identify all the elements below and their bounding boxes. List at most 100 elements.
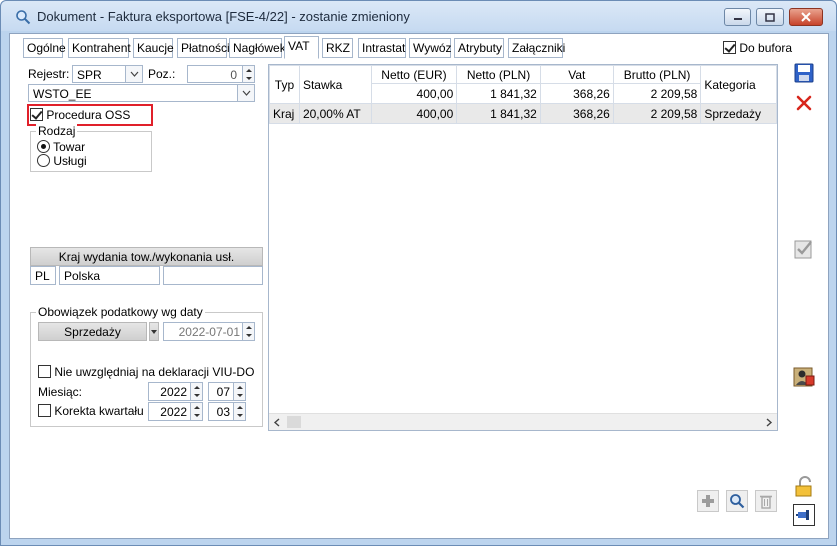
miesiac-year-field[interactable]: 2022 [148, 382, 203, 401]
add-plus-icon [702, 495, 714, 507]
person-button[interactable] [793, 366, 815, 388]
tab-wywoz[interactable]: Wywóz [409, 38, 452, 58]
radio-towar-label: Towar [53, 140, 86, 154]
maximize-icon [765, 12, 775, 22]
tab-rkz[interactable]: RKZ [322, 38, 353, 58]
tab-zalaczniki[interactable]: Załączniki [508, 38, 565, 58]
col-stawka[interactable]: Stawka [298, 65, 372, 104]
rejestr-dropdown-arrow[interactable] [125, 66, 142, 82]
scrollbar-thumb[interactable] [287, 416, 301, 428]
scroll-right-icon[interactable] [765, 418, 773, 427]
spin-up-icon [245, 68, 252, 72]
tab-platnosci[interactable]: Płatności [177, 38, 230, 58]
search-button[interactable] [726, 490, 748, 512]
korekta-year-field[interactable]: 2022 [148, 402, 203, 421]
vat-grid[interactable]: Typ Stawka Netto (EUR) Netto (PLN) Vat B… [268, 64, 778, 431]
miesiac-year-spinner[interactable] [190, 383, 202, 400]
poz-label: Poz.: [148, 67, 176, 81]
miesiac-year-value: 2022 [160, 385, 187, 399]
nie-uwzgledniaj-label: Nie uwzględniaj na deklaracji VIU-DO [54, 365, 255, 379]
tab-vat[interactable]: VAT [284, 36, 319, 59]
radio-uslugi[interactable]: Usługi [37, 154, 87, 168]
radio-towar[interactable]: Towar [37, 140, 85, 154]
nie-uwzgledniaj-check[interactable] [38, 365, 51, 378]
magnifier-icon [730, 494, 745, 509]
kraj-extra-field[interactable] [163, 266, 263, 285]
cell-vat: 368,26 [539, 103, 614, 124]
cell-netto-eur: 400,00 [370, 103, 458, 124]
cell-stawka: 20,00% AT [298, 103, 372, 124]
tab-intrastat[interactable]: Intrastat [358, 38, 406, 58]
obowiazek-date-spinner[interactable] [242, 323, 254, 340]
col-netto-pln[interactable]: Netto (PLN) [456, 65, 541, 84]
tab-kaucje[interactable]: Kaucje [133, 38, 174, 58]
cell-typ: Kraj [269, 103, 300, 124]
total-brutto-pln: 2 209,58 [612, 83, 702, 104]
do-bufora-check[interactable] [723, 41, 736, 54]
col-brutto-pln[interactable]: Brutto (PLN) [612, 65, 702, 84]
korekta-quarter-value: 03 [216, 405, 230, 419]
tab-atrybuty[interactable]: Atrybuty [454, 38, 504, 58]
trash-button[interactable] [755, 490, 777, 512]
caret-down-icon [151, 329, 157, 334]
obowiazek-type-button[interactable]: Sprzedaży [38, 322, 147, 341]
radio-towar-button[interactable] [37, 140, 50, 153]
total-netto-eur: 400,00 [370, 83, 458, 104]
kraj-wydania-button[interactable]: Kraj wydania tow./wykonania usł. [30, 247, 263, 266]
kraj-name-field[interactable]: Polska [59, 266, 160, 285]
do-bufora-label: Do bufora [739, 41, 793, 55]
delete-button[interactable] [793, 92, 815, 114]
korekta-check[interactable] [38, 404, 51, 417]
tab-kontrahent[interactable]: Kontrahent [68, 38, 131, 58]
do-bufora-checkbox[interactable]: Do bufora [723, 41, 792, 55]
korekta-quarter-field[interactable]: 03 [208, 402, 246, 421]
korekta-quarter-spinner[interactable] [233, 403, 245, 420]
miesiac-month-value: 07 [216, 385, 230, 399]
approve-button[interactable] [793, 238, 815, 260]
kraj-code-field[interactable]: PL [30, 266, 56, 285]
poz-field[interactable]: 0 [187, 65, 255, 83]
spin-up-icon [193, 405, 200, 409]
poz-spinner[interactable] [242, 66, 254, 82]
title-bar[interactable]: Dokument - Faktura eksportowa [FSE-4/22]… [1, 1, 836, 31]
minimize-button[interactable] [724, 8, 751, 26]
maximize-button[interactable] [756, 8, 784, 26]
procedura-oss-checkbox[interactable]: Procedura OSS [30, 108, 130, 122]
magnifier-title-icon [16, 10, 31, 25]
col-vat[interactable]: Vat [539, 65, 614, 84]
obowiazek-date-field[interactable]: 2022-07-01 [163, 322, 255, 341]
obowiazek-type-dropdown[interactable] [149, 322, 159, 341]
close-icon [801, 12, 811, 22]
col-netto-eur[interactable]: Netto (EUR) [370, 65, 458, 84]
grid-header-row: Typ Stawka Netto (EUR) Netto (PLN) Vat B… [269, 65, 777, 104]
horizontal-scrollbar[interactable] [269, 413, 777, 430]
cell-brutto-pln: 2 209,58 [612, 103, 702, 124]
add-button[interactable] [697, 490, 719, 512]
nie-uwzgledniaj-checkbox[interactable]: Nie uwzględniaj na deklaracji VIU-DO [38, 365, 254, 379]
save-button[interactable] [793, 62, 815, 84]
procedura-oss-check[interactable] [30, 108, 43, 121]
radio-uslugi-label: Usługi [53, 154, 87, 168]
col-typ[interactable]: Typ [269, 65, 300, 104]
pin-button[interactable] [793, 504, 815, 526]
person-card-icon [793, 367, 815, 387]
close-button[interactable] [789, 8, 823, 26]
col-kategoria[interactable]: Kategoria [700, 65, 777, 104]
tab-naglowek[interactable]: Nagłówek [229, 38, 286, 58]
korekta-checkbox[interactable]: Korekta kwartału [38, 404, 144, 418]
register-dropdown-arrow[interactable] [237, 85, 254, 101]
table-row[interactable]: Kraj 20,00% AT 400,00 1 841,32 368,26 2 … [269, 103, 777, 124]
lock-button[interactable] [793, 476, 815, 498]
miesiac-month-spinner[interactable] [233, 383, 245, 400]
spin-down-icon [236, 414, 243, 418]
radio-uslugi-button[interactable] [37, 154, 50, 167]
scroll-left-icon[interactable] [273, 418, 281, 427]
register-select[interactable]: WSTO_EE [28, 84, 255, 102]
tab-ogolne[interactable]: Ogólne [23, 38, 66, 58]
spin-down-icon [193, 414, 200, 418]
miesiac-month-field[interactable]: 07 [208, 382, 246, 401]
poz-value: 0 [230, 68, 237, 82]
rejestr-select[interactable]: SPR [72, 65, 143, 83]
spin-down-icon [193, 394, 200, 398]
korekta-year-spinner[interactable] [190, 403, 202, 420]
